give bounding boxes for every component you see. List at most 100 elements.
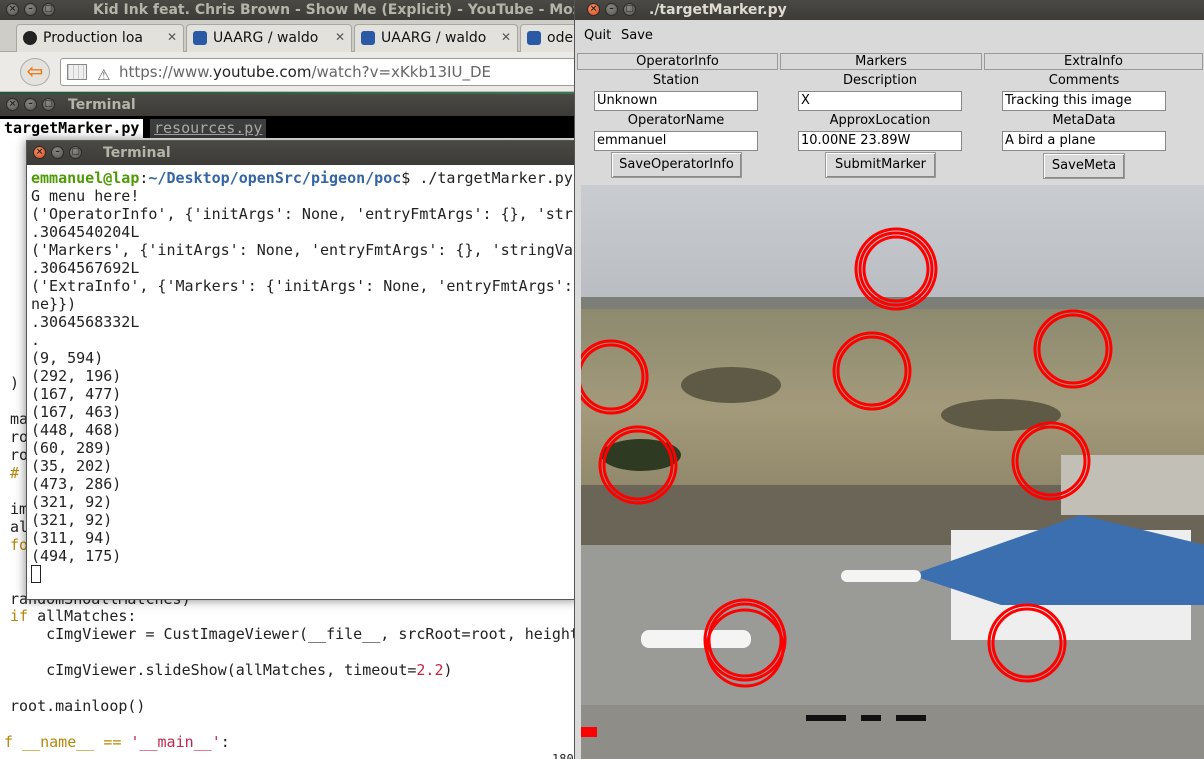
code-line: f __name__ == '__main__': <box>4 733 230 751</box>
firefox-tab-production[interactable]: Production loa ✕ <box>16 24 184 52</box>
close-tab-icon[interactable]: ✕ <box>167 30 177 44</box>
terminal-back-title: Terminal <box>68 97 136 113</box>
terminal-output-line: (167, 463) <box>31 403 122 421</box>
section-markers[interactable]: Markers <box>780 53 982 70</box>
terminal-front-body[interactable]: emmanuel@lap:~/Desktop/openSrc/pigeon/po… <box>27 167 577 599</box>
terminal-output-line: .3064568332L <box>31 313 140 331</box>
cursor-block <box>31 565 41 583</box>
firefox-tab-uaarg-1[interactable]: UAARG / waldo ✕ <box>186 24 352 52</box>
code-line: cImgViewer = CustImageViewer(__file__, s… <box>10 625 597 643</box>
close-icon[interactable]: × <box>587 3 600 16</box>
bitbucket-icon <box>193 31 207 45</box>
terminal-tab-targetmarker[interactable]: targetMarker.py <box>0 119 144 138</box>
terminal-output-line: (311, 94) <box>31 529 113 547</box>
comments-input[interactable]: Tracking this image <box>1002 91 1166 111</box>
page-icon <box>67 64 87 80</box>
firefox-window-controls: × – ▢ <box>6 3 55 16</box>
bitbucket-icon <box>361 31 375 45</box>
terminal-front-titlebar[interactable]: × – ▢ Terminal <box>27 141 577 165</box>
shell-prompt-line: emmanuel@lap:~/Desktop/openSrc/pigeon/po… <box>31 169 573 187</box>
terminal-back-titlebar[interactable]: × – ▢ Terminal <box>0 94 590 116</box>
terminal-output-line: (167, 477) <box>31 385 122 403</box>
terminal-output-line: .3064540204L <box>31 223 140 241</box>
approx-location-input[interactable]: 10.00NE 23.89W <box>798 131 962 151</box>
terminal-output-line: ('Markers', {'initArgs': None, 'entryFmt… <box>31 241 578 259</box>
maximize-icon[interactable]: ▢ <box>42 3 55 16</box>
code-keyword: if <box>10 607 29 625</box>
firefox-titlebar[interactable]: × – ▢ Kid Ink feat. Chris Brown - Show M… <box>0 0 624 20</box>
terminal-output-line: G menu here! <box>31 187 140 205</box>
terminal-output-line: (60, 289) <box>31 439 113 457</box>
url-bar[interactable]: ⚠ https://www.youtube.com/watch?v=xKkb13… <box>60 58 600 86</box>
minimize-icon[interactable]: – <box>51 146 64 159</box>
save-operator-info-button[interactable]: SaveOperatorInfo <box>611 152 742 178</box>
prompt-command: $ ./targetMarker.py <box>401 169 573 187</box>
station-input[interactable]: Unknown <box>594 91 758 111</box>
close-icon[interactable]: × <box>33 146 46 159</box>
comments-label: Comments <box>1048 73 1120 88</box>
metadata-input[interactable]: A bird a plane <box>1002 131 1166 151</box>
tab-label: UAARG / waldo <box>381 30 487 46</box>
close-tab-icon[interactable]: ✕ <box>501 30 511 44</box>
menu-bar: Quit Save <box>575 24 1204 50</box>
code-line: root.mainloop() <box>10 697 146 715</box>
code-text: : <box>220 733 230 751</box>
line-number: 180 <box>552 752 574 759</box>
tab-label: UAARG / waldo <box>213 30 319 46</box>
menu-save[interactable]: Save <box>621 28 653 43</box>
metadata-label: MetaData <box>1052 113 1116 128</box>
terminal-output-line: ('OperatorInfo', {'initArgs': None, 'ent… <box>31 205 578 223</box>
terminal-output-line: (321, 92) <box>31 493 113 511</box>
close-icon[interactable]: × <box>6 3 19 16</box>
description-label: Description <box>842 73 918 88</box>
terminal-front-title: Terminal <box>103 145 171 161</box>
code-fragment: # <box>10 464 20 482</box>
code-line: cImgViewer.slideShow(allMatches, timeout… <box>10 661 453 679</box>
section-operatorinfo[interactable]: OperatorInfo <box>577 53 778 70</box>
terminal-output-line: (321, 92) <box>31 511 113 529</box>
code-string: '__main__' <box>130 733 221 751</box>
terminal-output-line: .3064567692L <box>31 259 140 277</box>
minimize-icon[interactable]: – <box>605 3 618 16</box>
bitbucket-icon <box>527 31 541 45</box>
operator-name-input[interactable]: emmanuel <box>594 131 758 151</box>
terminal-output-line: ('ExtraInfo', {'Markers': {'initArgs': N… <box>31 277 573 295</box>
menu-quit[interactable]: Quit <box>584 28 611 43</box>
close-icon[interactable]: × <box>6 98 19 111</box>
section-extrainfo[interactable]: ExtraInfo <box>984 53 1203 70</box>
minimize-icon[interactable]: – <box>24 98 37 111</box>
code-line: if allMatches: <box>10 607 136 625</box>
terminal-output-line: (473, 286) <box>31 475 122 493</box>
code-text: cImgViewer.slideShow(allMatches, timeout… <box>10 661 417 679</box>
submit-marker-button[interactable]: SubmitMarker <box>825 152 936 178</box>
terminal-cursor <box>31 565 41 583</box>
image-canvas[interactable] <box>581 185 1204 759</box>
code-text: allMatches: <box>28 607 137 625</box>
close-tab-icon[interactable]: ✕ <box>335 30 345 44</box>
warning-icon[interactable]: ⚠ <box>97 62 110 85</box>
url-suffix: /watch?v=xKkb13IU_DE <box>311 63 491 81</box>
prompt-user: emmanuel@lap <box>31 169 140 187</box>
firefox-tab-uaarg-2[interactable]: UAARG / waldo ✕ <box>354 24 518 52</box>
code-number: 2.2 <box>416 661 444 679</box>
maximize-icon[interactable]: ▢ <box>623 3 636 16</box>
maximize-icon[interactable]: ▢ <box>42 98 55 111</box>
back-arrow-icon[interactable]: ⇦ <box>20 58 50 86</box>
description-input[interactable]: X <box>798 91 962 111</box>
targetmarker-window-controls: × – ▢ <box>587 3 636 16</box>
github-icon <box>23 31 37 45</box>
maximize-icon[interactable]: ▢ <box>69 146 82 159</box>
targetmarker-titlebar[interactable]: × – ▢ ./targetMarker.py <box>575 0 1204 20</box>
code-text: ) <box>443 661 453 679</box>
terminal-output-line: (35, 202) <box>31 457 113 475</box>
terminal-tab-resources[interactable]: resources.py <box>150 119 267 138</box>
terminal-back-tab-strip: targetMarker.py resources.py <box>0 116 590 138</box>
firefox-tab-strip: Production loa ✕ UAARG / waldo ✕ UAARG /… <box>0 20 620 52</box>
terminal-front-window: × – ▢ Terminal emmanuel@lap:~/Desktop/op… <box>26 140 578 600</box>
terminal-output-line: ne}}) <box>31 295 77 313</box>
code-fragment: ) <box>10 374 20 392</box>
url-domain: youtube.com <box>212 63 312 81</box>
save-meta-button[interactable]: SaveMeta <box>1043 153 1125 179</box>
minimize-icon[interactable]: – <box>24 3 37 16</box>
approx-location-label: ApproxLocation <box>829 113 931 128</box>
